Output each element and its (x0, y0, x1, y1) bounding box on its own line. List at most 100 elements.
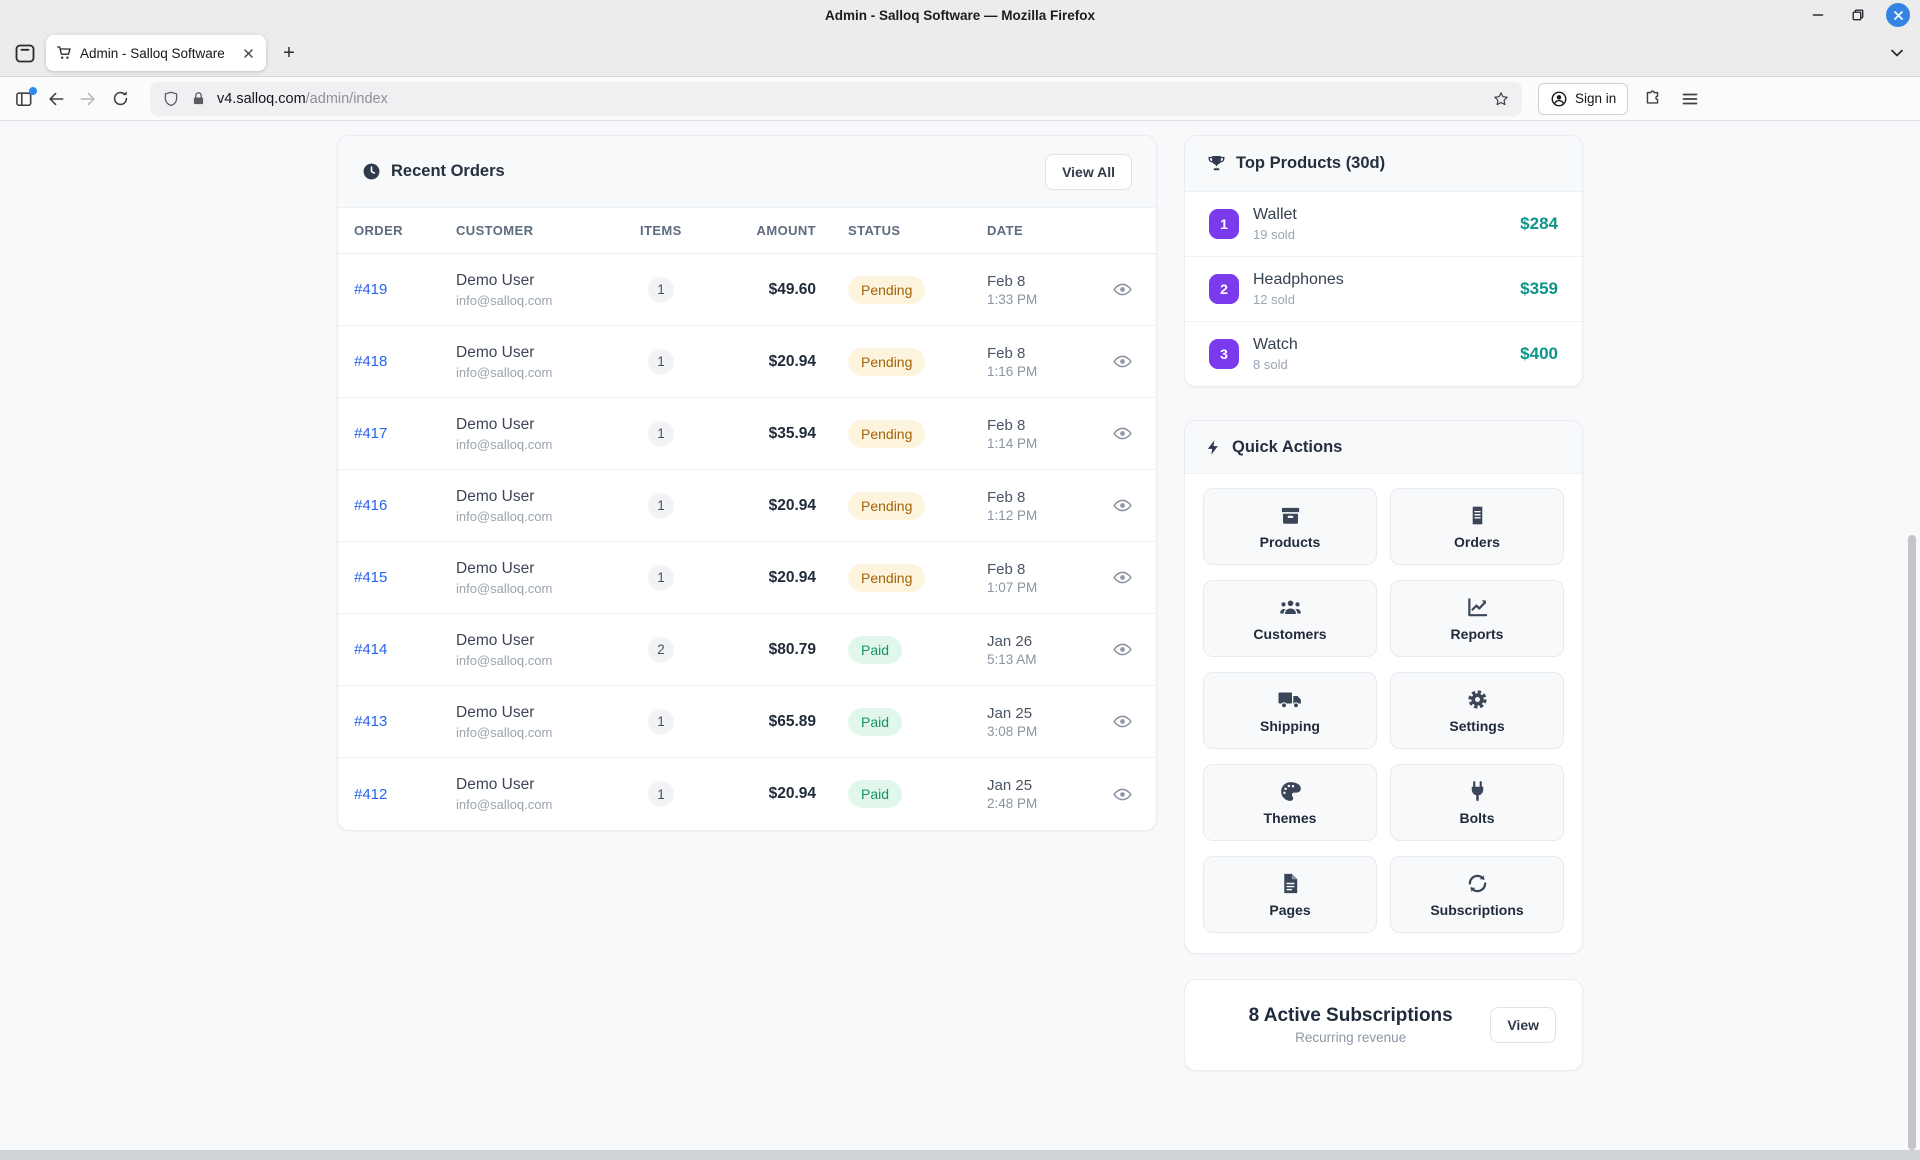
customer-email: info@salloq.com (456, 437, 640, 452)
quick-action-shipping[interactable]: Shipping (1203, 672, 1377, 749)
quick-action-settings[interactable]: Settings (1390, 672, 1564, 749)
forward-button[interactable] (72, 83, 104, 115)
top-product-row: 3 Watch 8 sold $400 (1185, 322, 1582, 386)
extensions-icon (1643, 89, 1662, 108)
order-time: 3:08 PM (987, 724, 1104, 739)
tab-title: Admin - Salloq Software (80, 46, 238, 61)
close-button[interactable] (1886, 3, 1910, 27)
view-order-button[interactable] (1107, 709, 1137, 735)
firefox-view-button[interactable] (8, 36, 42, 70)
quick-action-label: Bolts (1460, 810, 1495, 826)
order-id-link[interactable]: #419 (354, 281, 456, 298)
eye-icon (1112, 495, 1133, 516)
eye-icon (1112, 567, 1133, 588)
page-scrollbar-thumb[interactable] (1908, 535, 1916, 1150)
subscriptions-summary: 8 Active Subscriptions Recurring revenue (1211, 1005, 1490, 1045)
quick-action-customers[interactable]: Customers (1203, 580, 1377, 657)
customer-email: info@salloq.com (456, 293, 640, 308)
order-time: 1:14 PM (987, 436, 1104, 451)
order-id-link[interactable]: #414 (354, 641, 456, 658)
order-id-link[interactable]: #417 (354, 425, 456, 442)
quick-action-label: Themes (1264, 810, 1317, 826)
quick-action-orders[interactable]: Orders (1390, 488, 1564, 565)
receipt-icon (1466, 504, 1489, 527)
orders-table-header: ORDER CUSTOMER ITEMS AMOUNT STATUS DATE (338, 208, 1156, 254)
quick-action-bolts[interactable]: Bolts (1390, 764, 1564, 841)
list-all-tabs-button[interactable] (1882, 38, 1912, 68)
quick-action-pages[interactable]: Pages (1203, 856, 1377, 933)
sidebar-toggle-button[interactable] (8, 83, 40, 115)
view-all-button[interactable]: View All (1045, 154, 1132, 190)
view-order-button[interactable] (1107, 421, 1137, 447)
column-order: ORDER (354, 223, 456, 238)
browser-tab[interactable]: Admin - Salloq Software (46, 35, 266, 71)
url-text: v4.salloq.com/admin/index (217, 91, 1492, 107)
order-id-link[interactable]: #413 (354, 713, 456, 730)
order-time: 1:12 PM (987, 508, 1104, 523)
top-products-card: Top Products (30d) 1 Wallet 19 sold $284 (1184, 135, 1583, 387)
top-product-row: 2 Headphones 12 sold $359 (1185, 257, 1582, 322)
sign-in-label: Sign in (1575, 91, 1616, 106)
order-id-link[interactable]: #416 (354, 497, 456, 514)
bookmark-star-button[interactable] (1492, 90, 1510, 108)
quick-action-label: Pages (1269, 902, 1310, 918)
restore-button[interactable] (1846, 3, 1870, 27)
items-count-badge: 1 (648, 493, 674, 519)
eye-icon (1112, 279, 1133, 300)
tab-close-button[interactable] (238, 43, 258, 63)
extensions-button[interactable] (1636, 83, 1668, 115)
order-id-link[interactable]: #415 (354, 569, 456, 586)
quick-action-reports[interactable]: Reports (1390, 580, 1564, 657)
items-count-badge: 2 (648, 637, 674, 663)
view-order-button[interactable] (1107, 277, 1137, 303)
customer-name: Demo User (456, 632, 640, 650)
view-subscriptions-button[interactable]: View (1490, 1007, 1556, 1043)
new-tab-button[interactable]: + (274, 38, 304, 68)
order-id-link[interactable]: #412 (354, 786, 456, 803)
customer-cell: Demo User info@salloq.com (456, 488, 640, 524)
product-info: Wallet 19 sold (1253, 206, 1520, 242)
view-order-button[interactable] (1107, 565, 1137, 591)
items-count-badge: 1 (648, 709, 674, 735)
order-date: Feb 8 (987, 417, 1104, 434)
view-order-button[interactable] (1107, 637, 1137, 663)
order-id-link[interactable]: #418 (354, 353, 456, 370)
quick-action-label: Shipping (1260, 718, 1320, 734)
firefox-view-icon (13, 41, 37, 65)
order-time: 1:07 PM (987, 580, 1104, 595)
view-order-button[interactable] (1107, 493, 1137, 519)
order-amount: $49.60 (720, 281, 816, 299)
back-button[interactable] (40, 83, 72, 115)
palette-icon (1279, 780, 1302, 803)
subscriptions-title: 8 Active Subscriptions (1211, 1005, 1490, 1027)
eye-icon (1112, 711, 1133, 732)
status-badge: Pending (848, 420, 925, 448)
url-bar[interactable]: v4.salloq.com/admin/index (150, 82, 1522, 116)
date-cell: Feb 8 1:07 PM (987, 561, 1104, 595)
items-cell: 1 (640, 781, 720, 807)
customer-name: Demo User (456, 704, 640, 722)
quick-action-subscriptions[interactable]: Subscriptions (1390, 856, 1564, 933)
status-cell: Paid (816, 780, 987, 808)
order-time: 1:33 PM (987, 292, 1104, 307)
items-cell: 1 (640, 565, 720, 591)
quick-action-label: Orders (1454, 534, 1500, 550)
quick-action-products[interactable]: Products (1203, 488, 1377, 565)
order-time: 5:13 AM (987, 652, 1104, 667)
quick-actions-title: Quick Actions (1232, 438, 1342, 457)
customer-cell: Demo User info@salloq.com (456, 704, 640, 740)
product-name: Wallet (1253, 206, 1520, 224)
view-order-button[interactable] (1107, 349, 1137, 375)
view-order-button[interactable] (1107, 781, 1137, 807)
items-count-badge: 1 (648, 349, 674, 375)
app-menu-button[interactable] (1674, 83, 1706, 115)
customer-cell: Demo User info@salloq.com (456, 416, 640, 452)
minimize-button[interactable] (1806, 3, 1830, 27)
file-icon (1279, 872, 1302, 895)
reload-icon (111, 89, 130, 108)
top-product-row: 1 Wallet 19 sold $284 (1185, 192, 1582, 257)
quick-action-themes[interactable]: Themes (1203, 764, 1377, 841)
customer-email: info@salloq.com (456, 509, 640, 524)
reload-button[interactable] (104, 83, 136, 115)
sign-in-button[interactable]: Sign in (1538, 83, 1628, 115)
